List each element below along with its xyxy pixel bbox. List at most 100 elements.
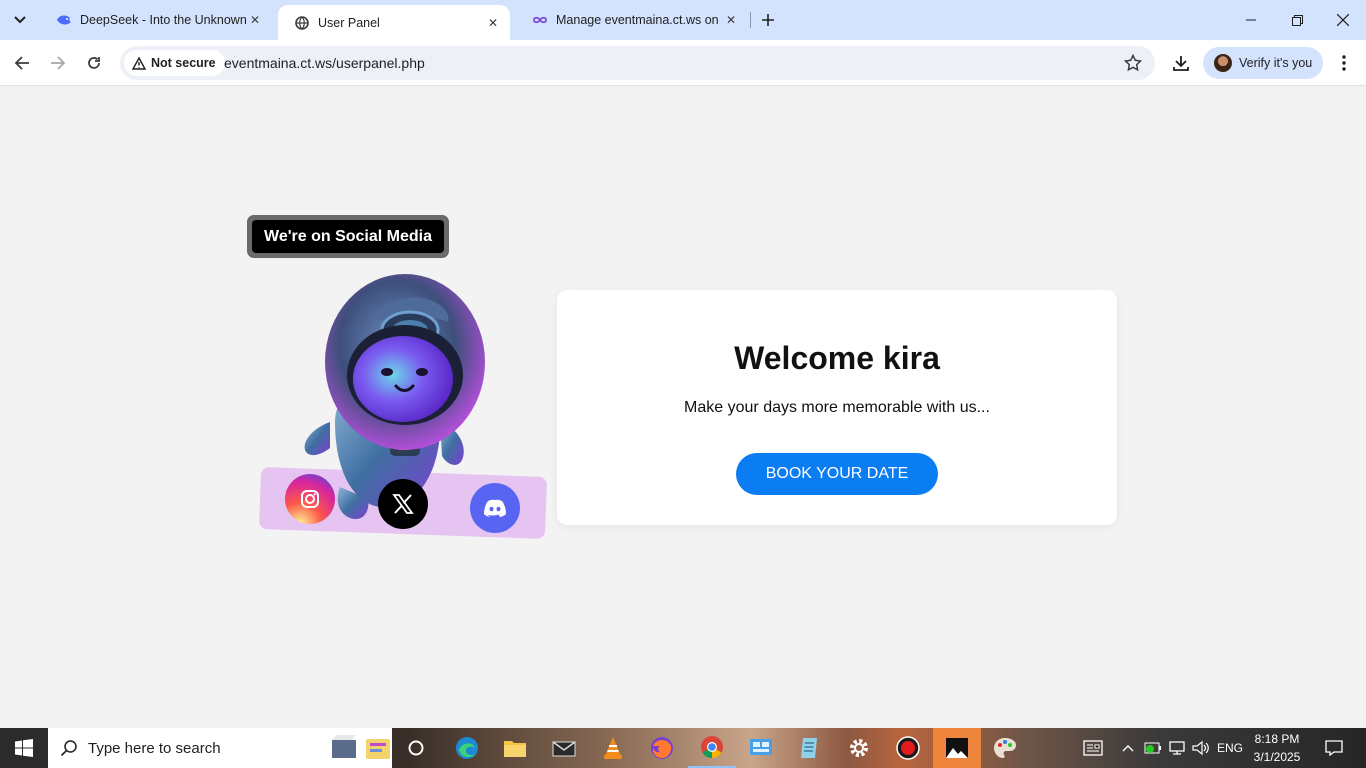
arrow-left-icon bbox=[14, 56, 29, 70]
page-content: We're on Social Media Welcome kira Make … bbox=[0, 87, 1366, 728]
security-chip[interactable]: Not secure bbox=[124, 50, 225, 76]
tab-user-panel[interactable]: User Panel ✕ bbox=[278, 5, 510, 40]
paint-palette-icon bbox=[994, 738, 1016, 758]
new-tab-button[interactable] bbox=[756, 8, 780, 32]
profile-label: Verify it's you bbox=[1239, 56, 1313, 70]
arrow-right-icon bbox=[51, 56, 66, 70]
start-button[interactable] bbox=[0, 728, 48, 768]
tab-search-button[interactable] bbox=[6, 6, 34, 34]
chevron-up-icon bbox=[1122, 745, 1134, 752]
x-button[interactable] bbox=[378, 479, 428, 529]
tagline: Make your days more memorable with us... bbox=[684, 399, 990, 416]
taskbar-file-explorer[interactable] bbox=[491, 728, 539, 768]
forward-button[interactable] bbox=[42, 47, 74, 79]
social-media-badge: We're on Social Media bbox=[247, 215, 449, 258]
tray-overflow[interactable] bbox=[1118, 728, 1138, 768]
security-label: Not secure bbox=[151, 56, 216, 70]
news-icon bbox=[1083, 740, 1103, 756]
taskbar-clock[interactable]: 8:18 PM 3/1/2025 bbox=[1246, 730, 1308, 766]
chrome-icon bbox=[701, 736, 723, 758]
taskbar-recorder[interactable] bbox=[884, 728, 932, 768]
url-text[interactable]: eventmaina.ct.ws/userpanel.php bbox=[224, 55, 425, 71]
welcome-card: Welcome kira Make your days more memorab… bbox=[557, 290, 1117, 525]
taskbar-mail[interactable] bbox=[540, 728, 588, 768]
taskbar-firefox[interactable] bbox=[638, 728, 686, 768]
firefox-icon bbox=[651, 737, 673, 759]
notification-icon bbox=[1325, 740, 1343, 756]
browser-toolbar: Not secure eventmaina.ct.ws/userpanel.ph… bbox=[0, 40, 1366, 86]
gear-icon bbox=[850, 739, 868, 757]
control-panel-icon bbox=[750, 739, 772, 755]
discord-button[interactable] bbox=[470, 483, 520, 533]
windows-logo-icon bbox=[15, 739, 33, 757]
profile-button[interactable]: Verify it's you bbox=[1203, 47, 1323, 79]
edge-icon bbox=[456, 737, 478, 759]
search-placeholder: Type here to search bbox=[88, 739, 221, 757]
notification-center-button[interactable] bbox=[1320, 728, 1348, 768]
browser-menu-button[interactable] bbox=[1332, 50, 1356, 76]
bookmark-star-button[interactable] bbox=[1123, 53, 1143, 73]
tab-manage-eventmaina[interactable]: Manage eventmaina.ct.ws on if ✕ bbox=[516, 0, 748, 40]
task-view-icon bbox=[408, 740, 424, 756]
x-logo-icon bbox=[392, 494, 414, 514]
taskbar-paint[interactable] bbox=[981, 728, 1029, 768]
minimize-icon bbox=[1246, 19, 1256, 21]
social-media-label: We're on Social Media bbox=[252, 220, 444, 253]
taskbar-search[interactable]: Type here to search bbox=[48, 728, 392, 768]
restore-icon bbox=[1291, 14, 1303, 26]
tab-title: User Panel bbox=[318, 15, 380, 30]
close-tab-icon[interactable]: ✕ bbox=[484, 14, 502, 32]
avatar bbox=[1214, 54, 1232, 72]
back-button[interactable] bbox=[6, 47, 38, 79]
close-icon bbox=[1337, 14, 1349, 26]
tab-deepseek[interactable]: DeepSeek - Into the Unknown ✕ bbox=[40, 0, 272, 40]
globe-icon bbox=[294, 15, 310, 31]
tray-news[interactable] bbox=[1080, 728, 1106, 768]
network-icon bbox=[1169, 741, 1185, 755]
notepad-icon bbox=[801, 738, 817, 758]
taskbar-vlc[interactable] bbox=[589, 728, 637, 768]
download-icon bbox=[1173, 56, 1189, 71]
taskbar-edge[interactable] bbox=[443, 728, 491, 768]
taskbar-chrome[interactable] bbox=[688, 728, 736, 768]
reload-button[interactable] bbox=[78, 47, 110, 79]
deepseek-whale-icon bbox=[56, 12, 72, 28]
welcome-title: Welcome kira bbox=[734, 340, 940, 376]
tab-title: DeepSeek - Into the Unknown bbox=[80, 13, 246, 27]
close-tab-icon[interactable]: ✕ bbox=[246, 11, 264, 29]
photos-icon bbox=[946, 738, 968, 758]
close-window-button[interactable] bbox=[1320, 0, 1366, 40]
windows-taskbar: Type here to search ENG 8:18 PM 3/1/2025 bbox=[0, 728, 1366, 768]
battery-charging-icon bbox=[1144, 742, 1161, 754]
minimize-button[interactable] bbox=[1228, 0, 1274, 40]
task-view-button[interactable] bbox=[392, 728, 440, 768]
record-icon bbox=[896, 736, 920, 760]
restore-button[interactable] bbox=[1274, 0, 1320, 40]
book-date-button[interactable]: BOOK YOUR DATE bbox=[736, 453, 938, 495]
infinity-icon bbox=[532, 12, 548, 28]
taskbar-settings[interactable] bbox=[835, 728, 883, 768]
instagram-button[interactable] bbox=[285, 474, 335, 524]
discord-icon bbox=[484, 499, 506, 517]
instagram-icon bbox=[301, 490, 319, 508]
clock-date: 3/1/2025 bbox=[1253, 750, 1301, 764]
taskbar-control-panel[interactable] bbox=[737, 728, 785, 768]
tray-battery[interactable] bbox=[1142, 728, 1164, 768]
tab-strip: DeepSeek - Into the Unknown ✕ User Panel… bbox=[0, 0, 1366, 40]
plus-icon bbox=[762, 14, 774, 26]
tab-title: Manage eventmaina.ct.ws on if bbox=[556, 13, 722, 27]
folder-icon bbox=[504, 741, 526, 757]
taskbar-notes[interactable] bbox=[786, 728, 834, 768]
speaker-icon bbox=[1192, 740, 1209, 756]
close-tab-icon[interactable]: ✕ bbox=[722, 11, 740, 29]
vlc-cone-icon bbox=[604, 737, 622, 759]
address-bar[interactable]: Not secure eventmaina.ct.ws/userpanel.ph… bbox=[120, 46, 1155, 80]
search-icon bbox=[60, 740, 77, 757]
tray-volume[interactable] bbox=[1190, 728, 1212, 768]
tray-network[interactable] bbox=[1166, 728, 1188, 768]
taskbar-photos[interactable] bbox=[933, 728, 981, 768]
tray-language[interactable]: ENG bbox=[1214, 728, 1246, 768]
downloads-button[interactable] bbox=[1168, 50, 1194, 76]
chevron-down-icon bbox=[14, 16, 26, 24]
tab-separator bbox=[750, 12, 751, 28]
